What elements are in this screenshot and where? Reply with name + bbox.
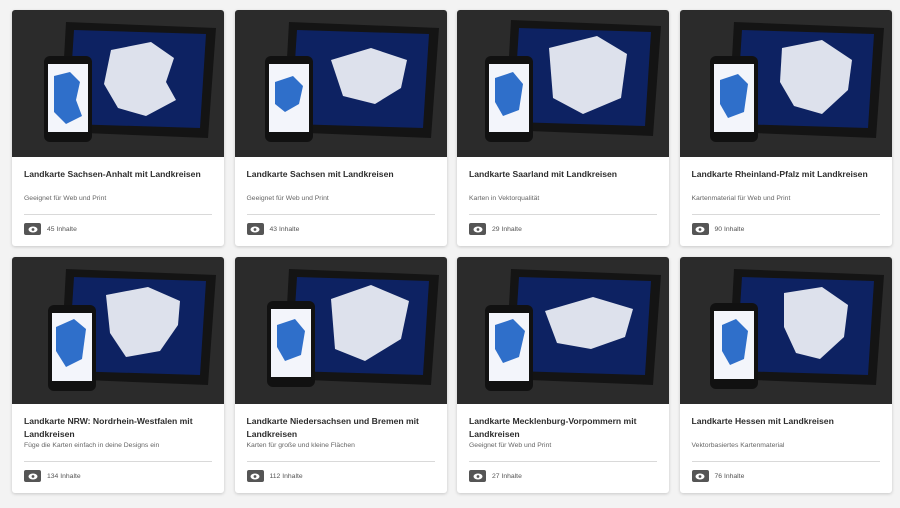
card-description: Geeignet für Web und Print [246,195,329,202]
card-thumbnail [234,10,447,157]
card-footer: 29 Inhalte [469,223,522,235]
card-description: Karten für große und kleine Flächen [246,442,355,449]
card-title: Landkarte Sachsen mit Landkreisen [246,169,394,179]
card-thumbnail [679,10,892,157]
card-title: Landkarte Niedersachsen und Bremen mit L… [246,416,419,439]
card-title: Landkarte Sachsen-Anhalt mit Landkreisen [24,169,201,179]
card-title: Landkarte Mecklenburg-Vorpommern mit Lan… [469,416,637,439]
card-body: Landkarte Sachsen-Anhalt mit Landkreisen… [12,157,224,246]
content-count: 29 Inhalte [492,225,522,233]
card-description: Kartenmaterial für Web und Print [691,195,791,202]
content-count: 112 Inhalte [269,472,303,480]
card-body: Landkarte Niedersachsen und Bremen mit L… [235,404,447,493]
content-count: 76 Inhalte [714,472,745,480]
eye-icon [24,470,41,482]
eye-icon [246,470,264,482]
card-thumbnail [12,10,224,157]
card-title: Landkarte Hessen mit Landkreisen [691,416,834,426]
eye-icon [691,470,709,482]
card-thumbnail [457,257,669,404]
card-footer: 45 Inhalte [24,223,77,235]
card-description: Füge die Karten einfach in deine Designs… [24,442,160,449]
content-count: 134 Inhalte [47,472,81,480]
card-body: Landkarte Hessen mit Landkreisen Vektorb… [680,404,892,493]
card-title: Landkarte NRW: Nordrhein-Westfalen mit L… [24,416,193,439]
card-body: Landkarte Rheinland-Pfalz mit Landkreise… [680,157,892,246]
product-card[interactable]: Landkarte Mecklenburg-Vorpommern mit Lan… [457,257,669,493]
product-card[interactable]: Landkarte Rheinland-Pfalz mit Landkreise… [679,10,892,246]
product-card[interactable]: Landkarte NRW: Nordrhein-Westfalen mit L… [12,257,224,493]
card-description: Karten in Vektorqualität [469,195,540,202]
card-body: Landkarte Saarland mit Landkreisen Karte… [457,157,669,246]
card-footer: 43 Inhalte [246,223,300,235]
content-count: 90 Inhalte [714,225,745,233]
card-description: Vektorbasiertes Kartenmaterial [691,442,785,449]
product-card[interactable]: Landkarte Niedersachsen und Bremen mit L… [234,257,447,493]
product-card[interactable]: Landkarte Sachsen mit Landkreisen Geeign… [234,10,447,246]
card-footer: 27 Inhalte [469,470,522,482]
card-description: Geeignet für Web und Print [469,442,552,449]
card-divider [246,214,435,215]
card-thumbnail [679,257,892,404]
card-divider [246,461,435,462]
eye-icon [469,470,486,482]
card-thumbnail [12,257,224,404]
card-body: Landkarte Mecklenburg-Vorpommern mit Lan… [457,404,669,493]
card-divider [469,461,657,462]
card-divider [24,461,212,462]
card-divider [691,214,880,215]
eye-icon [469,223,486,235]
card-footer: 112 Inhalte [246,470,303,482]
card-body: Landkarte Sachsen mit Landkreisen Geeign… [235,157,447,246]
card-body: Landkarte NRW: Nordrhein-Westfalen mit L… [12,404,224,493]
eye-icon [24,223,41,235]
content-count: 43 Inhalte [269,225,300,233]
card-divider [691,461,880,462]
card-footer: 76 Inhalte [691,470,745,482]
card-title: Landkarte Rheinland-Pfalz mit Landkreise… [691,169,868,179]
card-divider [469,214,657,215]
card-title: Landkarte Saarland mit Landkreisen [469,169,618,179]
product-card[interactable]: Landkarte Sachsen-Anhalt mit Landkreisen… [12,10,224,246]
card-thumbnail [234,257,447,404]
card-description: Geeignet für Web und Print [24,195,107,202]
card-divider [24,214,212,215]
card-thumbnail [457,10,669,157]
card-grid: Landkarte Sachsen-Anhalt mit Landkreisen… [12,10,892,493]
card-footer: 134 Inhalte [24,470,81,482]
product-card[interactable]: Landkarte Saarland mit Landkreisen Karte… [457,10,669,246]
eye-icon [691,223,709,235]
product-card[interactable]: Landkarte Hessen mit Landkreisen Vektorb… [679,257,892,493]
eye-icon [246,223,264,235]
content-count: 45 Inhalte [47,225,77,233]
content-count: 27 Inhalte [492,472,522,480]
card-footer: 90 Inhalte [691,223,745,235]
